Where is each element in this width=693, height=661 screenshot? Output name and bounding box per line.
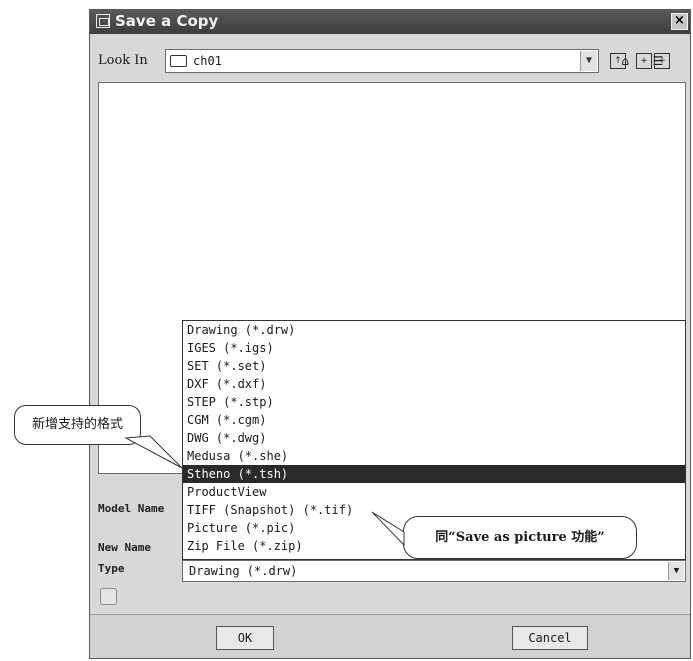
type-option-cgm[interactable]: CGM (*.cgm) <box>183 411 685 429</box>
type-option-dxf[interactable]: DXF (*.dxf) <box>183 375 685 393</box>
type-option-step[interactable]: STEP (*.stp) <box>183 393 685 411</box>
save-a-copy-dialog: Save a Copy × Look In ch01 ▼ ↑ + + Model… <box>89 9 691 659</box>
left-callout: 新增支持的格式 <box>14 405 141 445</box>
options-button[interactable] <box>100 588 117 605</box>
type-option-medusa[interactable]: Medusa (*.she) <box>183 447 685 465</box>
new-name-label: New Name <box>98 541 151 554</box>
chevron-down-icon[interactable]: ▼ <box>580 51 597 71</box>
chevron-down-icon[interactable]: ▼ <box>668 562 684 580</box>
type-option-dwg[interactable]: DWG (*.dwg) <box>183 429 685 447</box>
ok-button[interactable]: OK <box>216 626 274 650</box>
look-in-label: Look In <box>98 53 148 68</box>
type-option-set[interactable]: SET (*.set) <box>183 357 685 375</box>
type-option-productview[interactable]: ProductView <box>183 483 685 501</box>
title-bar[interactable]: Save a Copy × <box>90 10 690 34</box>
close-button[interactable]: × <box>671 13 688 30</box>
right-callout: 同“Save as picture 功能” <box>403 516 637 559</box>
home-folder-icon[interactable]: ⌂ <box>617 53 633 69</box>
type-option-stheno[interactable]: Stheno (*.tsh) <box>183 465 685 483</box>
type-option-iges[interactable]: IGES (*.igs) <box>183 339 685 357</box>
type-label: Type <box>98 562 125 575</box>
type-combo[interactable]: Drawing (*.drw) ▼ <box>182 560 686 582</box>
type-value: Drawing (*.drw) <box>189 564 298 578</box>
list-view-icon[interactable]: ☰ <box>650 53 666 69</box>
window-icon <box>96 14 110 28</box>
dialog-title: Save a Copy <box>115 12 219 30</box>
folder-icon <box>170 55 187 67</box>
look-in-combo[interactable]: ch01 ▼ <box>165 49 599 73</box>
type-option-drawing[interactable]: Drawing (*.drw) <box>183 321 685 339</box>
model-name-label: Model Name <box>98 502 165 515</box>
look-in-value: ch01 <box>193 54 222 68</box>
button-bar: OK Cancel <box>90 614 690 658</box>
cancel-button[interactable]: Cancel <box>512 626 588 650</box>
